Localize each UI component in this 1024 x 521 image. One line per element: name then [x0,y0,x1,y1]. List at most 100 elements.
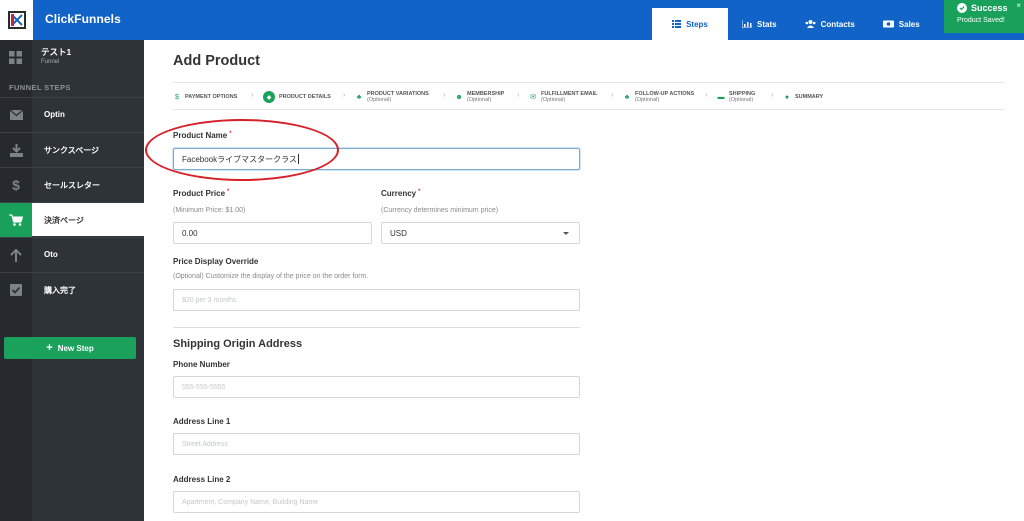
chevron-right-icon: › [251,92,254,99]
product-price-label: Product Price * [173,189,229,198]
top-nav: Steps Stats Contacts Sales [652,8,934,40]
price-override-help: (Optional) Customize the display of the … [173,273,369,280]
address2-label: Address Line 2 [173,475,231,484]
wizard-step-text: FOLLOW-UP ACTIONS (Optional) [635,91,694,104]
chevron-right-icon: › [705,92,708,99]
bar-chart-icon [742,20,752,28]
sidebar-step-label: Oto [44,250,58,259]
new-step-label: New Step [57,343,94,353]
envelope-icon [0,98,32,132]
sidebar-step-checkout[interactable]: 決済ページ [0,202,144,237]
sidebar-step-optin[interactable]: Optin [0,97,144,131]
chevron-right-icon: › [611,92,614,99]
truck-icon: ▬ [717,93,725,101]
sidebar-step-sales-letter[interactable]: $ セールスレター [0,167,144,201]
wizard-step-label: SHIPPING [729,90,756,97]
tab-sales[interactable]: Sales [869,8,934,40]
toast-close-icon[interactable]: × [1016,1,1021,10]
clock-icon: ● [784,93,790,101]
users-icon: ☻ [455,93,463,101]
caret-down-icon [563,232,569,235]
tab-steps[interactable]: Steps [652,8,728,40]
tab-stats-label: Stats [757,19,777,29]
wizard-step-fulfillment-email[interactable]: ✉ FULFILLMENT EMAIL (Optional) [529,83,598,111]
wizard-step-product-variations[interactable]: ♣ PRODUCT VARIATIONS (Optional) [355,83,429,111]
tab-contacts[interactable]: Contacts [791,8,869,40]
sidebar-step-thanks[interactable]: サンクスページ [0,132,144,166]
product-name-label: Product Name * [173,131,232,140]
tag-icon: ◆ [263,91,275,103]
new-step-button[interactable]: + New Step [4,337,136,359]
download-icon [0,133,32,167]
product-name-value: Facebookライブマスタークラス [182,154,297,164]
address2-placeholder: Apartment, Company Name, Building Name [182,498,319,506]
funnel-name: テスト1 [41,47,72,57]
logo[interactable] [0,0,33,40]
sidebar-step-complete[interactable]: 購入完了 [0,272,144,306]
currency-label: Currency * [381,189,420,198]
required-mark: * [227,189,230,195]
product-price-help: (Minimum Price: $1.00) [173,207,246,214]
page-title: Add Product [173,53,260,69]
money-icon [882,20,894,28]
toast-title-row: Success [957,3,1008,13]
dashboard-grid-icon [9,51,22,64]
currency-select[interactable]: USD [381,222,580,244]
wizard-step-payment-options[interactable]: $ PAYMENT OPTIONS [173,83,237,111]
sidebar-step-label: 決済ページ [44,216,84,225]
address1-placeholder: Street Address [182,440,228,448]
price-override-placeholder: $20 per 3 months [182,296,237,304]
product-name-input[interactable]: Facebookライブマスタークラス [173,148,580,170]
tab-sales-label: Sales [898,19,920,29]
phone-label: Phone Number [173,360,230,369]
currency-help: (Currency determines minimum price) [381,207,499,214]
wizard-step-sub: (Optional) [367,97,392,103]
currency-label-text: Currency [381,189,417,198]
chevron-right-icon: › [443,92,446,99]
wizard-step-summary[interactable]: ● SUMMARY [783,83,823,111]
wizard-step-sub: (Optional) [729,97,754,103]
tab-contacts-label: Contacts [820,19,855,29]
product-price-value: 0.00 [182,228,198,238]
wizard-step-sub: (Optional) [635,97,660,103]
wizard-step-product-details[interactable]: ◆ PRODUCT DETAILS [263,83,331,111]
sitemap-icon: ♣ [356,93,362,101]
phone-input[interactable]: 555-555-5555 [173,376,580,398]
product-price-label-text: Product Price [173,189,226,198]
wizard-step-shipping[interactable]: ▬ SHIPPING (Optional) [717,83,756,111]
currency-value: USD [390,228,407,238]
wizard-step-label: SUMMARY [795,93,824,100]
wizard-step-label: MEMBERSHIP [467,90,505,97]
success-toast: Success Product Saved! × [944,0,1024,33]
funnel-header[interactable]: テスト1 Funnel [0,40,144,77]
product-price-input[interactable]: 0.00 [173,222,372,244]
chevron-right-icon: › [517,92,520,99]
sidebar: テスト1 Funnel FUNNEL STEPS Optin サンクスページ $… [0,40,144,521]
section-divider [173,327,580,328]
sidebar-step-label: 購入完了 [44,286,76,295]
wizard-step-text: PRODUCT DETAILS [279,94,331,101]
wizard-step-follow-up-actions[interactable]: ♣ FOLLOW-UP ACTIONS (Optional) [623,83,694,111]
sidebar-step-oto[interactable]: Oto [0,237,144,271]
funnel-steps-heading: FUNNEL STEPS [9,83,71,92]
chevron-right-icon: › [343,92,346,99]
brand-name: ClickFunnels [45,12,121,26]
main-content: Add Product $ PAYMENT OPTIONS › ◆ PRODUC… [144,40,1024,521]
address1-label: Address Line 1 [173,417,231,426]
wizard-step-text: FULFILLMENT EMAIL (Optional) [541,91,598,104]
address1-input[interactable]: Street Address [173,433,580,455]
wizard-step-label: PRODUCT DETAILS [279,93,331,100]
wizard-step-text: SUMMARY [795,94,823,101]
dollar-icon: $ [12,177,20,193]
toast-title: Success [971,3,1008,13]
wizard-step-membership[interactable]: ☻ MEMBERSHIP (Optional) [455,83,504,111]
sidebar-step-label: Optin [44,110,65,119]
plus-icon: + [46,342,53,354]
wizard-step-label: PAYMENT OPTIONS [185,93,238,100]
address2-input[interactable]: Apartment, Company Name, Building Name [173,491,580,513]
wizard-step-text: MEMBERSHIP (Optional) [467,91,504,104]
arrow-up-icon [0,238,32,272]
price-override-input[interactable]: $20 per 3 months [173,289,580,311]
tab-stats[interactable]: Stats [728,8,791,40]
sidebar-step-label: サンクスページ [44,146,100,155]
